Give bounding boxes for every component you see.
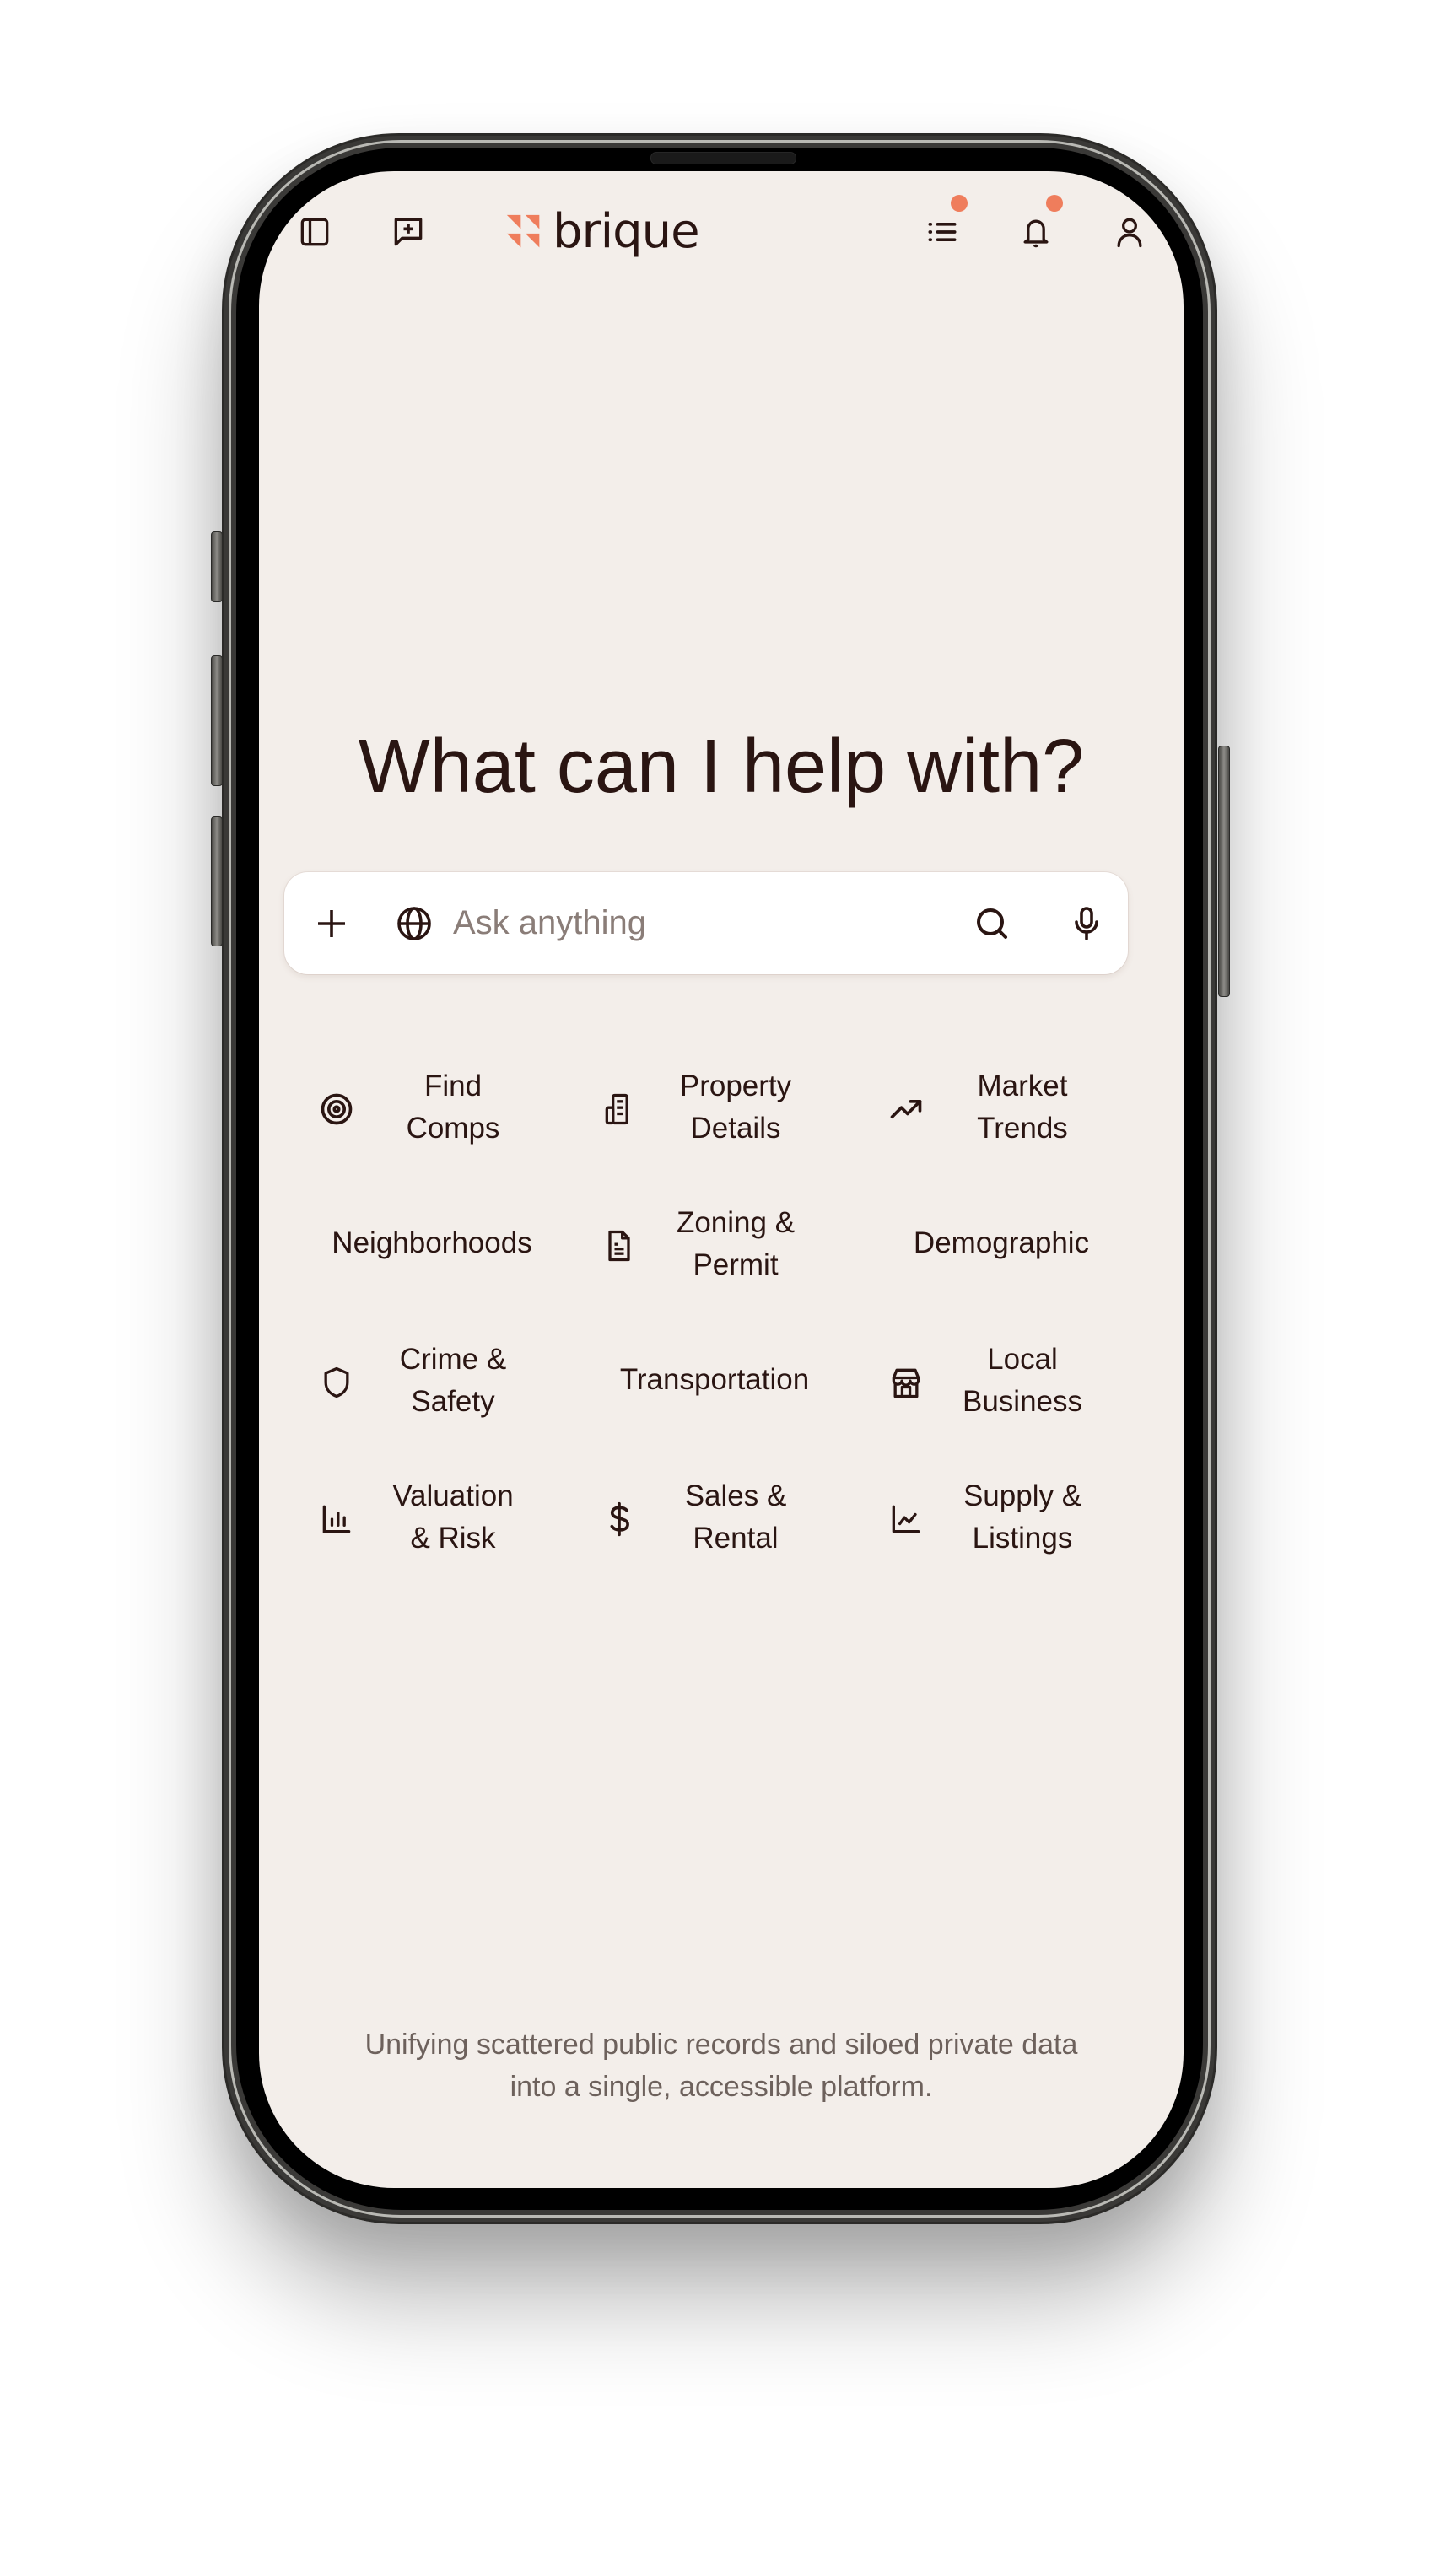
suggestion-zoning-permit[interactable]: Zoning & Permit (601, 1202, 854, 1295)
suggestion-label: Supply & Listings (963, 1479, 1082, 1555)
globe-icon[interactable] (394, 903, 434, 944)
app-screen: brique What can I help with? Ask anythin… (259, 171, 1184, 2188)
phone-power-button (1218, 746, 1230, 997)
suggestion-property-details[interactable]: Property Details (601, 1065, 854, 1158)
document-icon (601, 1227, 638, 1264)
list-button[interactable] (924, 213, 961, 251)
suggestion-label: Property Details (679, 1070, 792, 1145)
suggestion-market-trends[interactable]: Market Trends (887, 1065, 1141, 1158)
suggestion-label: Crime & Safety (399, 1343, 507, 1418)
suggestion-crime-safety[interactable]: Crime & Safety (318, 1339, 571, 1431)
suggestion-label: Transportation (619, 1363, 810, 1396)
suggestion-label: Market Trends (977, 1070, 1068, 1145)
suggestion-neighborhoods[interactable]: Neighborhoods (318, 1202, 571, 1295)
bar-chart-icon (318, 1501, 355, 1538)
list-icon (928, 223, 957, 241)
suggestion-valuation-risk[interactable]: Valuation & Risk (318, 1475, 571, 1568)
phone-speaker (650, 152, 796, 164)
suggestion-label: Valuation & Risk (392, 1479, 514, 1555)
target-icon (318, 1091, 355, 1128)
brand-name: brique (553, 204, 700, 259)
suggestion-find-comps[interactable]: Find Comps (318, 1065, 571, 1158)
phone-action-button (211, 531, 223, 602)
microphone-icon[interactable] (1066, 903, 1107, 944)
suggestion-label: Demographic (913, 1226, 1090, 1259)
suggestion-demographic[interactable]: Demographic (887, 1202, 1141, 1295)
shield-icon (318, 1364, 355, 1401)
suggestion-label: Sales & Rental (684, 1479, 787, 1555)
notification-badge (1046, 195, 1063, 212)
brand-logo[interactable]: brique (505, 204, 700, 259)
dollar-icon (601, 1501, 638, 1538)
profile-button[interactable] (1111, 213, 1148, 251)
suggestion-transportation[interactable]: Transportation (601, 1339, 854, 1431)
sidebar-toggle-button[interactable] (296, 213, 333, 251)
building-icon (601, 1091, 638, 1128)
phone-volume-up-button (211, 655, 223, 786)
trending-up-icon (887, 1091, 925, 1128)
suggestion-label: Neighborhoods (332, 1226, 532, 1259)
footer-tagline: Unifying scattered public records and si… (259, 2024, 1184, 2108)
suggestion-label: Find Comps (406, 1070, 500, 1145)
search-bar[interactable]: Ask anything (284, 872, 1128, 974)
new-chat-button[interactable] (390, 213, 427, 251)
new-chat-icon (394, 218, 423, 246)
brique-logo-icon (506, 214, 540, 248)
suggestion-supply-listings[interactable]: Supply & Listings (887, 1475, 1141, 1568)
suggestion-label: Local Business (962, 1343, 1083, 1418)
footer-tagline-text: Unifying scattered public records and si… (364, 2029, 1078, 2103)
suggestion-label: Zoning & Permit (676, 1206, 796, 1281)
user-icon (1117, 218, 1142, 248)
search-icon[interactable] (972, 903, 1012, 944)
search-input[interactable]: Ask anything (453, 896, 646, 950)
store-icon (887, 1364, 925, 1401)
list-notification-badge (951, 195, 968, 212)
suggestion-sales-rental[interactable]: Sales & Rental (601, 1475, 854, 1568)
page-heading: What can I help with? (358, 725, 1085, 809)
line-chart-icon (887, 1501, 925, 1538)
plus-icon[interactable] (311, 903, 352, 944)
notifications-button[interactable] (1017, 213, 1054, 251)
sidebar-toggle-icon (300, 218, 329, 246)
suggestion-local-business[interactable]: Local Business (887, 1339, 1141, 1431)
phone-volume-down-button (211, 816, 223, 946)
bell-icon (1023, 219, 1049, 248)
